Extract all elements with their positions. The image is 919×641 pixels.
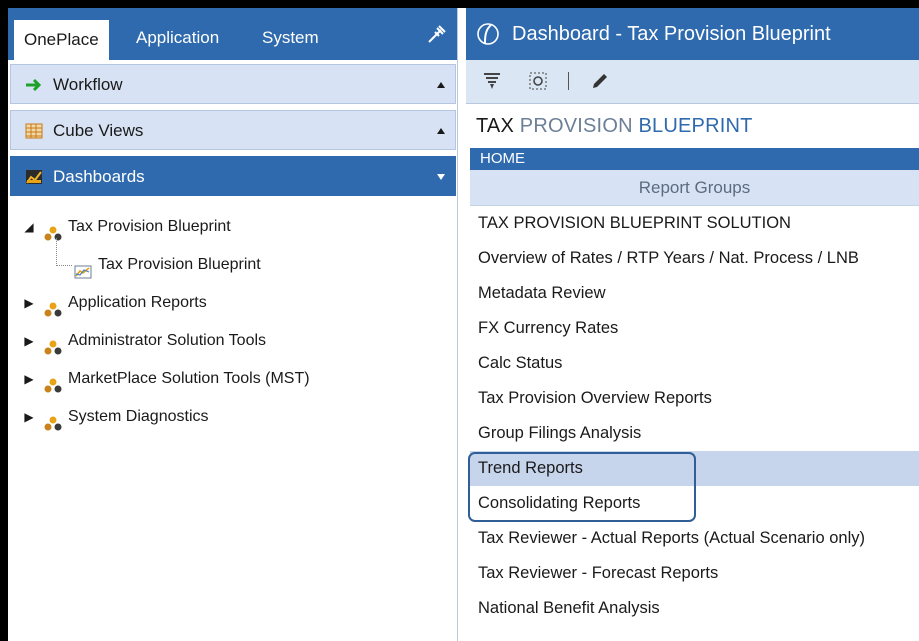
list-item[interactable]: Tax Provision Overview Reports [470, 381, 919, 416]
collapse-caret-icon[interactable] [437, 82, 445, 88]
arrow-right-icon [25, 77, 43, 93]
tree-item-system-diagnostics[interactable]: ▶ System Diagnostics [10, 398, 456, 436]
filter-icon[interactable] [482, 71, 502, 91]
report-groups-header: Report Groups [470, 170, 919, 206]
list-item[interactable]: Metadata Review [470, 276, 919, 311]
onestream-logo-icon [476, 22, 500, 46]
cube-views-label: Cube Views [53, 121, 144, 140]
dashboard-chart-icon [25, 169, 43, 185]
pin-icon[interactable] [427, 24, 447, 44]
dashboards-label: Dashboards [53, 167, 145, 186]
list-item[interactable]: Overview of Rates / RTP Years / Nat. Pro… [470, 241, 919, 276]
tree-item-label: Administrator Solution Tools [68, 332, 267, 349]
list-item[interactable]: Calc Status [470, 346, 919, 381]
group-icon [44, 295, 62, 317]
dashboard-tree: ◢ Tax Provision Blueprint Tax Provision … [10, 208, 456, 436]
tree-item-marketplace-solution-tools[interactable]: ▶ MarketPlace Solution Tools (MST) [10, 360, 456, 398]
tree-item-tax-provision-blueprint[interactable]: ◢ Tax Provision Blueprint [10, 208, 456, 246]
group-icon [44, 333, 62, 355]
list-item[interactable]: Tax Reviewer - Forecast Reports [470, 556, 919, 591]
tree-item-label: System Diagnostics [68, 408, 209, 425]
group-icon [44, 409, 62, 431]
tree-item-label: Tax Provision Blueprint [68, 218, 231, 235]
tree-item-label: MarketPlace Solution Tools (MST) [68, 370, 310, 387]
list-item[interactable]: Tax Reviewer - Actual Reports (Actual Sc… [470, 521, 919, 556]
list-item[interactable]: Group Filings Analysis [470, 416, 919, 451]
left-panel: OnePlace Application System Workflow Cub… [8, 8, 458, 641]
workflow-label: Workflow [53, 75, 123, 94]
expand-triangle-icon[interactable]: ▶ [22, 360, 36, 398]
heading-word-provision: PROVISION [519, 115, 633, 137]
tab-application[interactable]: Application [126, 18, 229, 58]
tree-item-administrator-solution-tools[interactable]: ▶ Administrator Solution Tools [10, 322, 456, 360]
tree-item-application-reports[interactable]: ▶ Application Reports [10, 284, 456, 322]
dashboard-title-bar: Dashboard - Tax Provision Blueprint [466, 8, 919, 60]
dashboards-section[interactable]: Dashboards [10, 156, 456, 196]
tab-system[interactable]: System [252, 18, 329, 58]
group-icon [44, 219, 62, 241]
list-item[interactable]: TAX PROVISION BLUEPRINT SOLUTION [470, 206, 919, 241]
list-item[interactable]: FX Currency Rates [470, 311, 919, 346]
tree-item-tax-provision-blueprint-dashboard[interactable]: Tax Provision Blueprint [10, 238, 456, 284]
expand-triangle-icon[interactable]: ▶ [22, 398, 36, 436]
tree-connector [56, 238, 72, 266]
blueprint-heading: TAX PROVISION BLUEPRINT [466, 104, 919, 148]
chart-icon [74, 257, 92, 279]
collapse-caret-icon[interactable] [437, 128, 445, 134]
highlight-callout [468, 452, 696, 522]
edit-pencil-icon[interactable] [590, 71, 610, 91]
expand-caret-icon[interactable] [437, 174, 445, 180]
workflow-section[interactable]: Workflow [10, 64, 456, 104]
expand-triangle-icon[interactable]: ▶ [22, 322, 36, 360]
heading-word-blueprint: BLUEPRINT [638, 115, 753, 137]
grid-table-icon [25, 123, 43, 139]
dashboard-panel: Dashboard - Tax Provision Blueprint TAX … [466, 8, 919, 641]
heading-word-tax: TAX [476, 115, 515, 137]
collapse-triangle-icon[interactable]: ◢ [22, 208, 36, 246]
dashboard-toolbar [466, 60, 919, 104]
left-tab-strip: OnePlace Application System [8, 8, 457, 60]
tree-item-label: Application Reports [68, 294, 207, 311]
refresh-frame-icon[interactable] [528, 71, 548, 91]
dashboard-title: Dashboard - Tax Provision Blueprint [512, 23, 831, 45]
toolbar-separator [568, 72, 569, 90]
list-item[interactable]: National Benefit Analysis [470, 591, 919, 626]
home-breadcrumb[interactable]: HOME [470, 148, 919, 170]
expand-triangle-icon[interactable]: ▶ [22, 284, 36, 322]
report-group-list: TAX PROVISION BLUEPRINT SOLUTION Overvie… [470, 206, 919, 626]
tab-oneplace[interactable]: OnePlace [14, 20, 109, 60]
group-icon [44, 371, 62, 393]
tree-item-label: Tax Provision Blueprint [98, 256, 261, 273]
cube-views-section[interactable]: Cube Views [10, 110, 456, 150]
